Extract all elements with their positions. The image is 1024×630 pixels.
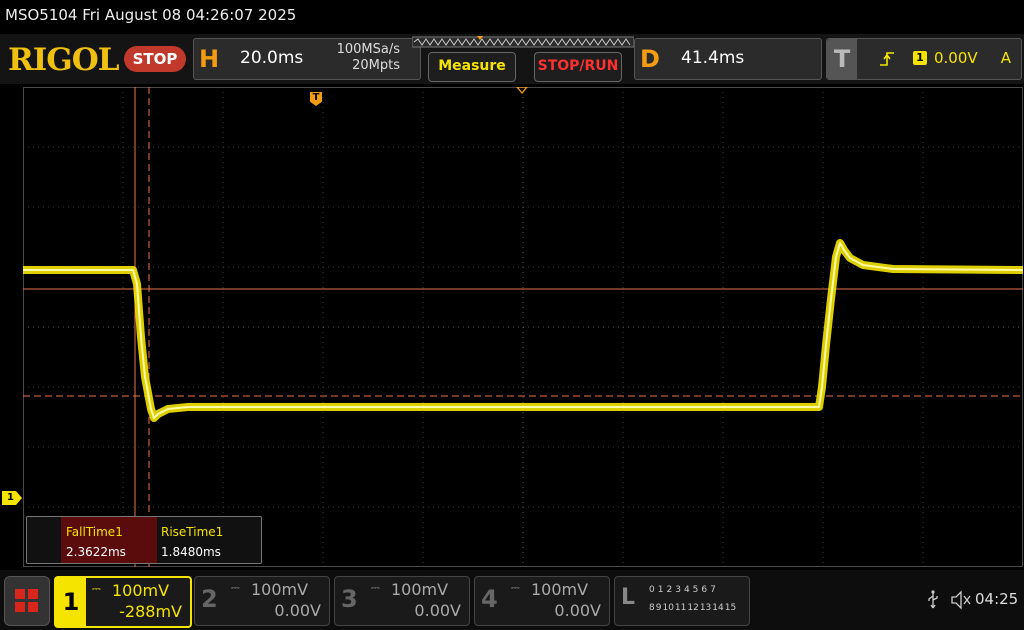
waveform-display[interactable] bbox=[23, 87, 1023, 567]
fall-time-label: FallTime1 bbox=[66, 525, 123, 539]
trigger-letter: T bbox=[827, 39, 857, 79]
channel-2-number: 2 bbox=[201, 585, 218, 613]
trigger-edge-icon bbox=[880, 52, 894, 66]
logic-channel-label: 8 bbox=[649, 603, 655, 613]
logic-analyzer[interactable]: L 01234567 8 9 10 11 12 13 14 15 bbox=[614, 576, 750, 626]
logic-channel-label: 12 bbox=[687, 603, 699, 613]
logic-channel-label: 0 bbox=[649, 585, 655, 595]
dc-coupling-icon: ⎓ bbox=[511, 581, 520, 594]
logic-row-low: 01234567 bbox=[649, 585, 716, 595]
logic-channel-label: 4 bbox=[683, 585, 690, 595]
memory-depth: 20Mpts bbox=[352, 58, 400, 73]
trigger-panel[interactable]: T 1 0.00V A bbox=[826, 38, 1022, 80]
delay-value: 41.4ms bbox=[681, 48, 745, 68]
delay-panel[interactable]: D 41.4ms bbox=[634, 38, 822, 80]
logic-channel-label: 3 bbox=[675, 585, 681, 595]
sound-muted-icon[interactable] bbox=[950, 590, 972, 610]
sample-rate: 100MSa/s bbox=[336, 42, 400, 57]
logic-letter: L bbox=[621, 585, 636, 610]
delay-letter: D bbox=[640, 45, 660, 73]
usb-icon bbox=[928, 590, 938, 609]
ch1-ground-marker[interactable]: 1 bbox=[2, 491, 22, 505]
horizontal-panel[interactable]: H 20.0ms 100MSa/s 20Mpts bbox=[193, 38, 421, 80]
channel-2[interactable]: 2 ⎓ 100mV 0.00V bbox=[194, 576, 330, 626]
dc-coupling-icon: ⎓ bbox=[371, 581, 380, 594]
dc-coupling-icon: ⎓ bbox=[231, 581, 240, 594]
title-bar: MSO5104 Fri August 08 04:26:07 2025 bbox=[0, 0, 1024, 32]
logic-channel-label: 13 bbox=[699, 603, 712, 613]
logic-channel-label: 5 bbox=[692, 585, 699, 595]
logic-channel-label: 14 bbox=[712, 603, 724, 613]
menu-button[interactable] bbox=[4, 576, 50, 626]
channel-1-number: 1 bbox=[56, 578, 86, 626]
run-state-badge[interactable]: STOP bbox=[124, 46, 186, 72]
dc-coupling-icon: ⎓ bbox=[92, 582, 101, 595]
rise-time-label: RiseTime1 bbox=[161, 525, 224, 539]
channel-3-number: 3 bbox=[341, 585, 358, 613]
channel-4-offset: 0.00V bbox=[554, 601, 601, 620]
channel-1[interactable]: 1 ⎓ 100mV -288mV bbox=[54, 576, 192, 628]
channel-1-offset: -288mV bbox=[119, 602, 182, 621]
status-clock: 04:25 bbox=[975, 590, 1019, 608]
waveform-overview bbox=[412, 36, 634, 48]
trigger-source-icon: 1 bbox=[913, 51, 927, 65]
channel-2-scale: 100mV bbox=[251, 580, 309, 599]
horizontal-letter: H bbox=[198, 45, 220, 73]
logic-channel-label: 15 bbox=[724, 603, 737, 613]
logic-channel-label: 1 bbox=[657, 585, 664, 595]
timebase-value: 20.0ms bbox=[240, 48, 304, 68]
rigol-logo: RIGOL bbox=[8, 42, 120, 78]
trigger-level: 0.00V bbox=[934, 49, 978, 67]
fall-time-value: 2.3622ms bbox=[66, 545, 126, 559]
grid-menu-icon bbox=[15, 589, 38, 612]
channel-3[interactable]: 3 ⎓ 100mV 0.00V bbox=[334, 576, 470, 626]
logic-channel-label: 9 bbox=[655, 603, 662, 613]
channel-1-scale: 100mV bbox=[112, 581, 170, 600]
logic-channel-label: 2 bbox=[666, 585, 673, 595]
channel-4[interactable]: 4 ⎓ 100mV 0.00V bbox=[474, 576, 610, 626]
measure-button[interactable]: Measure bbox=[428, 52, 516, 82]
channel-3-offset: 0.00V bbox=[414, 601, 461, 620]
logic-channel-label: 7 bbox=[710, 585, 716, 595]
device-datetime: MSO5104 Fri August 08 04:26:07 2025 bbox=[5, 6, 297, 24]
stop-run-button[interactable]: STOP/RUN bbox=[534, 52, 622, 82]
channel-2-offset: 0.00V bbox=[274, 601, 321, 620]
channel-3-scale: 100mV bbox=[391, 580, 449, 599]
logic-channel-label: 11 bbox=[674, 603, 687, 613]
measurement-panel[interactable]: FallTime1 RiseTime1 2.3622ms 1.8480ms bbox=[26, 516, 262, 564]
logic-row-high: 8 9 10 11 12 13 14 15 bbox=[649, 603, 736, 613]
rise-time-value: 1.8480ms bbox=[161, 545, 221, 559]
logic-channel-label: 10 bbox=[662, 603, 674, 613]
graticule bbox=[23, 87, 1023, 567]
trigger-mode: A bbox=[1000, 49, 1011, 67]
channel-4-scale: 100mV bbox=[531, 580, 589, 599]
channel-4-number: 4 bbox=[481, 585, 498, 613]
ch1-trace bbox=[23, 239, 1023, 422]
logic-channel-label: 6 bbox=[701, 585, 708, 595]
